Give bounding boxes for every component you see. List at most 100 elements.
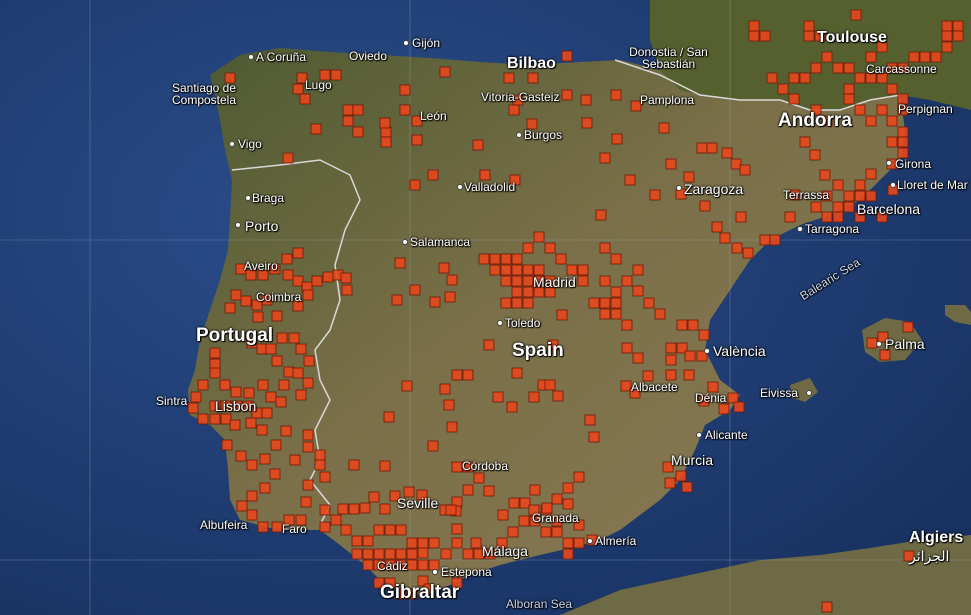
observation-cell[interactable] [610, 308, 622, 320]
observation-cell[interactable] [348, 503, 360, 515]
observation-cell[interactable] [759, 234, 771, 246]
observation-cell[interactable] [719, 232, 731, 244]
observation-cell[interactable] [683, 369, 695, 381]
observation-cell[interactable] [271, 521, 283, 533]
observation-cell[interactable] [511, 264, 523, 276]
observation-cell[interactable] [507, 526, 519, 538]
observation-cell[interactable] [952, 30, 964, 42]
observation-cell[interactable] [379, 117, 391, 129]
observation-cell[interactable] [588, 297, 600, 309]
observation-cell[interactable] [310, 123, 322, 135]
observation-cell[interactable] [299, 93, 311, 105]
observation-cell[interactable] [735, 211, 747, 223]
observation-cell[interactable] [362, 559, 374, 571]
observation-cell[interactable] [319, 504, 331, 516]
observation-cell[interactable] [197, 413, 209, 425]
observation-cell[interactable] [528, 391, 540, 403]
observation-cell[interactable] [295, 389, 307, 401]
observation-cell[interactable] [276, 332, 288, 344]
observation-cell[interactable] [621, 275, 633, 287]
observation-cell[interactable] [687, 319, 699, 331]
observation-cell[interactable] [562, 498, 574, 510]
observation-cell[interactable] [429, 296, 441, 308]
observation-cell[interactable] [342, 115, 354, 127]
observation-cell[interactable] [511, 297, 523, 309]
observation-cell[interactable] [718, 403, 730, 415]
observation-cell[interactable] [573, 537, 585, 549]
observation-cell[interactable] [533, 231, 545, 243]
observation-cell[interactable] [246, 509, 258, 521]
observation-cell[interactable] [500, 275, 512, 287]
observation-cell[interactable] [330, 514, 342, 526]
observation-cell[interactable] [952, 20, 964, 32]
observation-cell[interactable] [236, 500, 248, 512]
observation-cell[interactable] [209, 347, 221, 359]
observation-cell[interactable] [599, 275, 611, 287]
observation-cell[interactable] [503, 72, 515, 84]
observation-cell[interactable] [399, 104, 411, 116]
observation-cell[interactable] [522, 297, 534, 309]
observation-cell[interactable] [522, 275, 534, 287]
observation-cell[interactable] [865, 115, 877, 127]
observation-cell[interactable] [810, 62, 822, 74]
observation-cell[interactable] [540, 526, 552, 538]
observation-cell[interactable] [280, 425, 292, 437]
observation-cell[interactable] [295, 343, 307, 355]
observation-cell[interactable] [289, 454, 301, 466]
observation-cell[interactable] [610, 286, 622, 298]
observation-cell[interactable] [902, 321, 914, 333]
observation-cell[interactable] [577, 275, 589, 287]
observation-cell[interactable] [941, 30, 953, 42]
observation-cell[interactable] [243, 387, 255, 399]
observation-cell[interactable] [699, 200, 711, 212]
observation-cell[interactable] [417, 559, 429, 571]
observation-cell[interactable] [451, 523, 463, 535]
observation-cell[interactable] [854, 190, 866, 202]
observation-cell[interactable] [259, 453, 271, 465]
observation-cell[interactable] [511, 286, 523, 298]
observation-cell[interactable] [769, 234, 781, 246]
observation-cell[interactable] [439, 383, 451, 395]
observation-cell[interactable] [379, 503, 391, 515]
observation-cell[interactable] [508, 104, 520, 116]
observation-cell[interactable] [599, 242, 611, 254]
observation-cell[interactable] [511, 253, 523, 265]
observation-cell[interactable] [588, 431, 600, 443]
observation-cell[interactable] [341, 284, 353, 296]
observation-cell[interactable] [427, 440, 439, 452]
observation-cell[interactable] [245, 417, 257, 429]
observation-cell[interactable] [409, 284, 421, 296]
observation-cell[interactable] [257, 521, 269, 533]
observation-cell[interactable] [220, 413, 232, 425]
observation-cell[interactable] [292, 367, 304, 379]
observation-cell[interactable] [302, 289, 314, 301]
observation-cell[interactable] [257, 379, 269, 391]
observation-cell[interactable] [506, 401, 518, 413]
observation-cell[interactable] [451, 369, 463, 381]
observation-cell[interactable] [271, 310, 283, 322]
observation-cell[interactable] [362, 548, 374, 560]
observation-cell[interactable] [256, 424, 268, 436]
observation-cell[interactable] [610, 297, 622, 309]
observation-cell[interactable] [684, 350, 696, 362]
observation-cell[interactable] [573, 471, 585, 483]
observation-cell[interactable] [508, 497, 520, 509]
observation-cell[interactable] [230, 289, 242, 301]
observation-cell[interactable] [561, 89, 573, 101]
observation-cell[interactable] [511, 275, 523, 287]
observation-cell[interactable] [522, 286, 534, 298]
observation-cell[interactable] [409, 179, 421, 191]
observation-cell[interactable] [562, 548, 574, 560]
observation-cell[interactable] [489, 264, 501, 276]
observation-cell[interactable] [497, 509, 509, 521]
observation-cell[interactable] [224, 302, 236, 314]
observation-cell[interactable] [427, 169, 439, 181]
observation-cell[interactable] [373, 548, 385, 560]
observation-cell[interactable] [681, 481, 693, 493]
observation-cell[interactable] [446, 421, 458, 433]
observation-cell[interactable] [788, 72, 800, 84]
observation-cell[interactable] [518, 515, 530, 527]
observation-cell[interactable] [941, 41, 953, 53]
observation-cell[interactable] [240, 295, 252, 307]
observation-cell[interactable] [865, 168, 877, 180]
